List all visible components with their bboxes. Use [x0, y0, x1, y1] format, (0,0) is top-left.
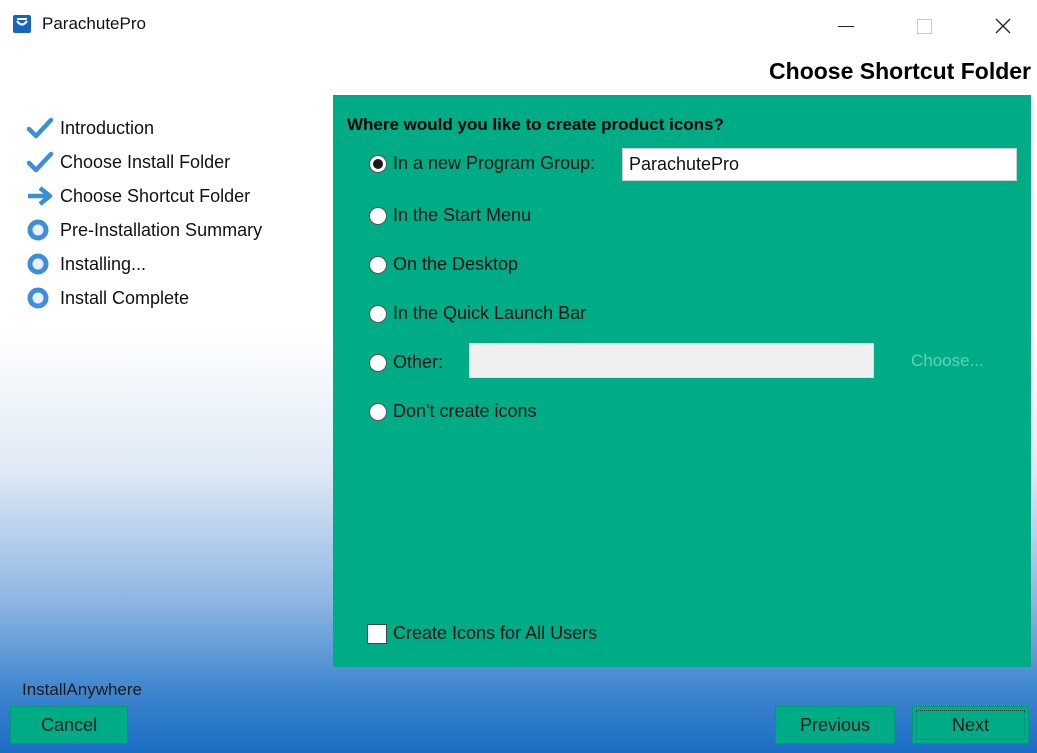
parachutepro-app-icon — [13, 15, 31, 33]
option-quick-launch[interactable]: In the Quick Launch Bar — [369, 303, 586, 324]
step-label: Pre-Installation Summary — [60, 219, 263, 240]
circle-icon — [27, 286, 55, 310]
step-install-complete: Install Complete — [27, 281, 262, 315]
option-label: Don't create icons — [393, 401, 537, 421]
step-label: Introduction — [60, 117, 155, 138]
next-button[interactable]: Next — [912, 706, 1029, 744]
checkmark-icon — [27, 150, 55, 174]
all-users-option[interactable]: Create Icons for All Users — [367, 623, 597, 644]
page-title: Choose Shortcut Folder — [769, 58, 1031, 84]
all-users-label: Create Icons for All Users — [393, 623, 598, 643]
radio-other[interactable] — [369, 353, 387, 372]
step-installing: Installing... — [27, 247, 262, 281]
step-label: Install Complete — [60, 287, 190, 308]
radio-quick-launch[interactable] — [369, 304, 387, 323]
all-users-checkbox[interactable] — [367, 623, 387, 644]
step-introduction: Introduction — [27, 111, 262, 145]
step-label: Choose Shortcut Folder — [60, 185, 251, 206]
circle-icon — [27, 252, 55, 276]
option-label: Other: — [393, 352, 444, 372]
window-title: ParachutePro — [42, 14, 146, 33]
maximize-icon[interactable] — [904, 10, 944, 42]
option-label: In a new Program Group: — [393, 153, 596, 173]
option-label: In the Quick Launch Bar — [393, 303, 587, 323]
step-choose-install-folder: Choose Install Folder — [27, 145, 262, 179]
brand-label: InstallAnywhere — [22, 680, 143, 699]
option-start-menu[interactable]: In the Start Menu — [369, 205, 531, 226]
option-desktop[interactable]: On the Desktop — [369, 254, 518, 275]
step-label: Installing... — [60, 253, 147, 274]
option-no-icons[interactable]: Don't create icons — [369, 401, 537, 422]
circle-icon — [27, 218, 55, 242]
choose-button: Choose... — [911, 351, 984, 370]
cancel-button[interactable]: Cancel — [10, 706, 128, 744]
option-program-group[interactable]: In a new Program Group: — [369, 153, 595, 174]
arrow-right-icon — [27, 184, 55, 208]
checkmark-icon — [27, 116, 55, 140]
previous-button[interactable]: Previous — [775, 706, 895, 744]
close-icon[interactable] — [983, 10, 1023, 42]
minimize-icon[interactable] — [826, 10, 866, 42]
radio-desktop[interactable] — [369, 255, 387, 274]
options-panel: Where would you like to create product i… — [333, 95, 1031, 667]
option-label: On the Desktop — [393, 254, 519, 274]
step-label: Choose Install Folder — [60, 151, 231, 172]
step-list: Introduction Choose Install Folder Choos… — [27, 111, 262, 315]
radio-no-icons[interactable] — [369, 402, 387, 421]
radio-program-group[interactable] — [369, 154, 387, 173]
radio-start-menu[interactable] — [369, 206, 387, 225]
other-folder-input — [469, 343, 874, 378]
step-pre-installation-summary: Pre-Installation Summary — [27, 213, 262, 247]
title-bar: ParachutePro — [0, 0, 1037, 52]
question-label: Where would you like to create product i… — [347, 115, 724, 134]
option-other[interactable]: Other: — [369, 352, 443, 373]
option-label: In the Start Menu — [393, 205, 532, 225]
program-group-input[interactable] — [622, 148, 1017, 181]
step-choose-shortcut-folder: Choose Shortcut Folder — [27, 179, 262, 213]
